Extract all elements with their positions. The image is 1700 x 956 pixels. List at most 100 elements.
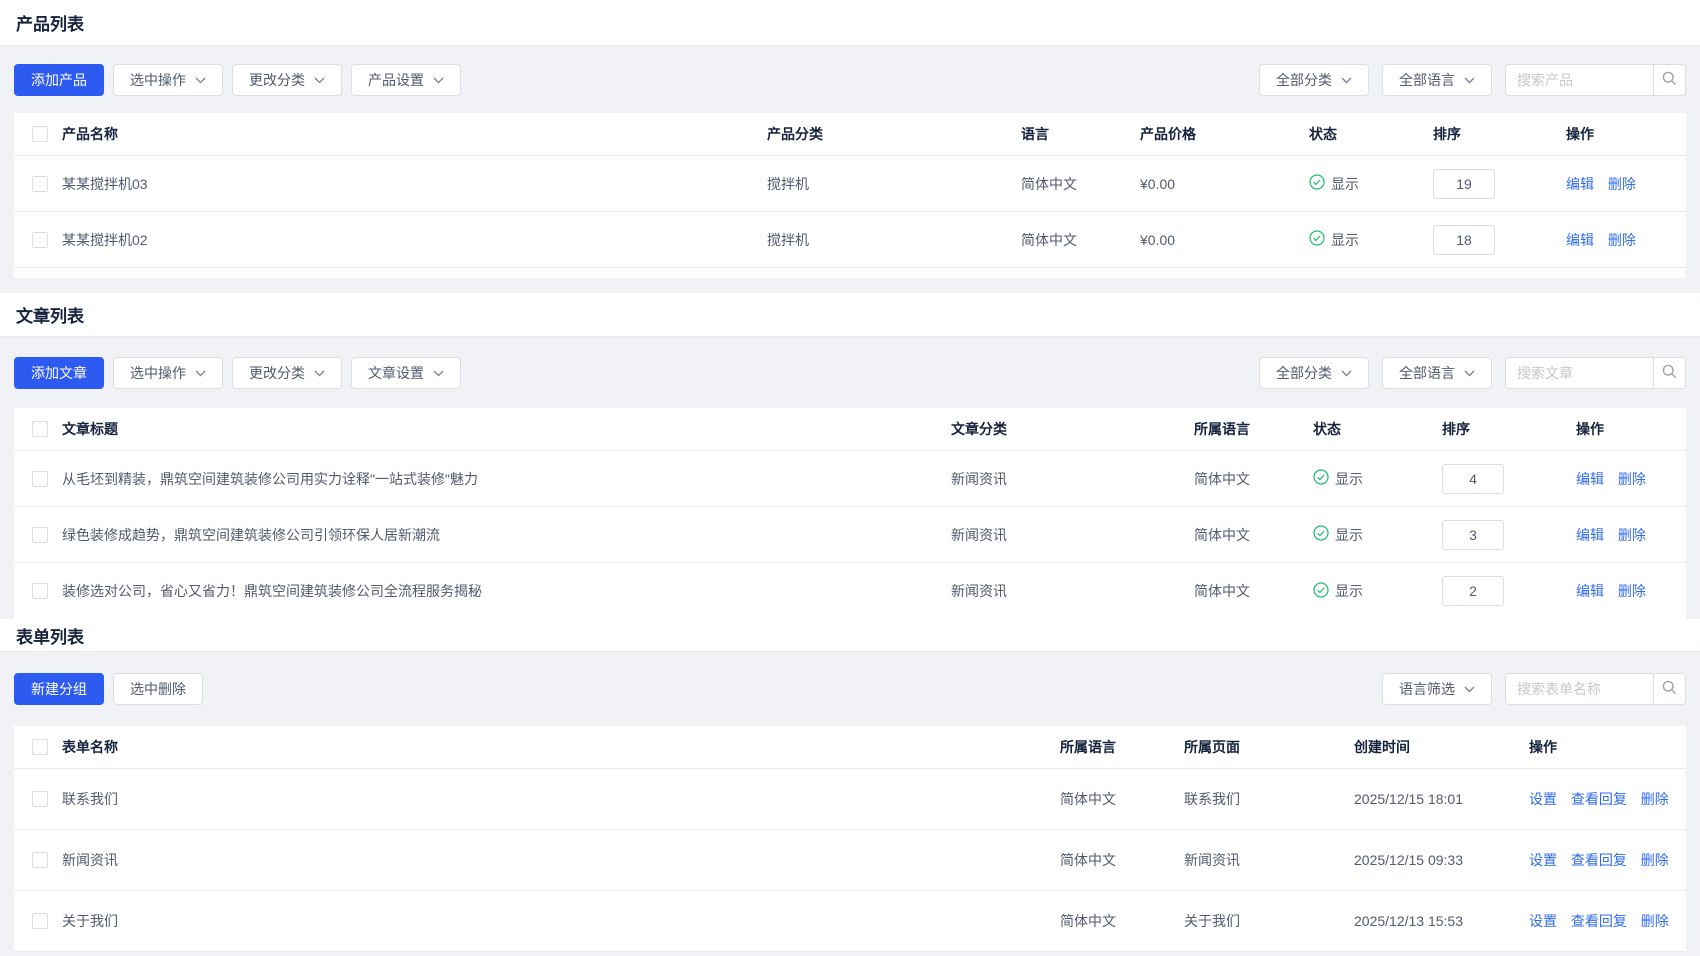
article-sort-cell [1442,520,1576,550]
delete-link[interactable]: 删除 [1641,791,1669,807]
article-settings-dropdown[interactable]: 文章设置 [351,357,461,389]
sort-order-input[interactable] [1433,169,1495,199]
articles-toolbar-right: 全部分类 全部语言 [1259,357,1686,389]
header-actions: 操作 [1529,737,1686,757]
add-product-button[interactable]: 添加产品 [14,64,104,96]
row-cell-checkbox [14,176,62,192]
delete-link[interactable]: 删除 [1618,471,1646,487]
settings-link[interactable]: 设置 [1529,852,1557,868]
settings-link[interactable]: 设置 [1529,913,1557,929]
delete-link[interactable]: 删除 [1618,527,1646,543]
form-actions: 设置 查看回复 删除 [1529,850,1686,870]
status-badge: 显示 [1331,230,1359,250]
chevron-down-icon [195,370,206,377]
row-cell-checkbox [14,852,62,868]
table-row: 某某搅拌机02 搅拌机 简体中文 ¥0.00 显示 编辑 删除 [14,212,1686,268]
forms-toolbar-right: 语言筛选 [1382,673,1686,705]
forms-toolbar: 新建分组 选中删除 语言筛选 [0,652,1700,726]
product-settings-dropdown[interactable]: 产品设置 [351,64,461,96]
product-search-button[interactable] [1653,64,1686,96]
chevron-down-icon [1341,370,1352,377]
sort-order-input[interactable] [1442,464,1504,494]
article-filter-category-dropdown[interactable]: 全部分类 [1259,357,1369,389]
edit-link[interactable]: 编辑 [1576,471,1604,487]
product-search-input[interactable] [1505,64,1653,96]
row-cell-checkbox [14,527,62,543]
product-change-category-dropdown[interactable]: 更改分类 [232,64,342,96]
delete-link[interactable]: 删除 [1618,583,1646,599]
row-checkbox[interactable] [32,913,48,929]
delete-link[interactable]: 删除 [1641,913,1669,929]
delete-link[interactable]: 删除 [1641,852,1669,868]
sort-order-input[interactable] [1442,576,1504,606]
article-bulk-actions-dropdown[interactable]: 选中操作 [113,357,223,389]
product-filter-language-dropdown[interactable]: 全部语言 [1382,64,1492,96]
select-all-checkbox[interactable] [32,739,48,755]
table-row: 某某搅拌机03 搅拌机 简体中文 ¥0.00 显示 编辑 删除 [14,156,1686,212]
article-title: 从毛坯到精装，鼎筑空间建筑装修公司用实力诠释"一站式装修"魅力 [62,469,951,489]
check-circle-icon [1313,582,1329,601]
select-all-checkbox[interactable] [32,126,48,142]
products-toolbar-right: 全部分类 全部语言 [1259,64,1686,96]
row-checkbox[interactable] [32,852,48,868]
header-actions: 操作 [1566,124,1686,144]
article-search-input[interactable] [1505,357,1653,389]
row-checkbox[interactable] [32,583,48,599]
form-page: 关于我们 [1184,911,1354,931]
form-name: 联系我们 [62,789,1060,809]
add-article-button[interactable]: 添加文章 [14,357,104,389]
article-filter-language-dropdown[interactable]: 全部语言 [1382,357,1492,389]
products-toolbar: 添加产品 选中操作 更改分类 产品设置 全部分类 全部语言 [0,46,1700,113]
article-status: 显示 [1313,525,1442,545]
header-form-name: 表单名称 [62,737,1060,757]
article-change-category-dropdown[interactable]: 更改分类 [232,357,342,389]
product-category: 搅拌机 [767,174,1021,194]
form-actions: 设置 查看回复 删除 [1529,911,1686,931]
header-product-name: 产品名称 [62,124,767,144]
search-icon [1661,363,1678,383]
product-filter-category-dropdown[interactable]: 全部分类 [1259,64,1369,96]
form-search-button[interactable] [1653,673,1686,705]
header-cell-checkbox [14,126,62,142]
row-checkbox[interactable] [32,176,48,192]
table-row: 关于我们 简体中文 关于我们 2025/12/13 15:53 设置 查看回复 … [14,891,1686,952]
chevron-down-icon [1464,370,1475,377]
form-language: 简体中文 [1060,850,1184,870]
product-language: 简体中文 [1021,230,1140,250]
row-checkbox[interactable] [32,527,48,543]
article-status: 显示 [1313,581,1442,601]
view-replies-link[interactable]: 查看回复 [1571,791,1627,807]
form-search [1505,673,1686,705]
article-status: 显示 [1313,469,1442,489]
form-filter-language-dropdown[interactable]: 语言筛选 [1382,673,1492,705]
form-actions: 设置 查看回复 删除 [1529,789,1686,809]
edit-link[interactable]: 编辑 [1566,176,1594,192]
article-search-button[interactable] [1653,357,1686,389]
edit-link[interactable]: 编辑 [1576,527,1604,543]
product-sort-cell [1433,225,1566,255]
article-category: 新闻资讯 [951,469,1194,489]
row-checkbox[interactable] [32,232,48,248]
settings-link[interactable]: 设置 [1529,791,1557,807]
view-replies-link[interactable]: 查看回复 [1571,913,1627,929]
status-badge: 显示 [1335,469,1363,489]
edit-link[interactable]: 编辑 [1576,583,1604,599]
product-actions: 编辑 删除 [1566,174,1686,194]
product-bulk-actions-dropdown[interactable]: 选中操作 [113,64,223,96]
sort-order-input[interactable] [1433,225,1495,255]
form-search-input[interactable] [1505,673,1653,705]
delete-link[interactable]: 删除 [1608,232,1636,248]
delete-link[interactable]: 删除 [1608,176,1636,192]
edit-link[interactable]: 编辑 [1566,232,1594,248]
new-group-button[interactable]: 新建分组 [14,673,104,705]
row-checkbox[interactable] [32,471,48,487]
sort-order-input[interactable] [1442,520,1504,550]
select-all-checkbox[interactable] [32,421,48,437]
article-sort-cell [1442,464,1576,494]
product-status: 显示 [1309,174,1433,194]
view-replies-link[interactable]: 查看回复 [1571,852,1627,868]
header-price: 产品价格 [1140,124,1309,144]
product-filter-language-label: 全部语言 [1399,73,1455,87]
row-checkbox[interactable] [32,791,48,807]
delete-selected-button[interactable]: 选中删除 [113,673,203,705]
